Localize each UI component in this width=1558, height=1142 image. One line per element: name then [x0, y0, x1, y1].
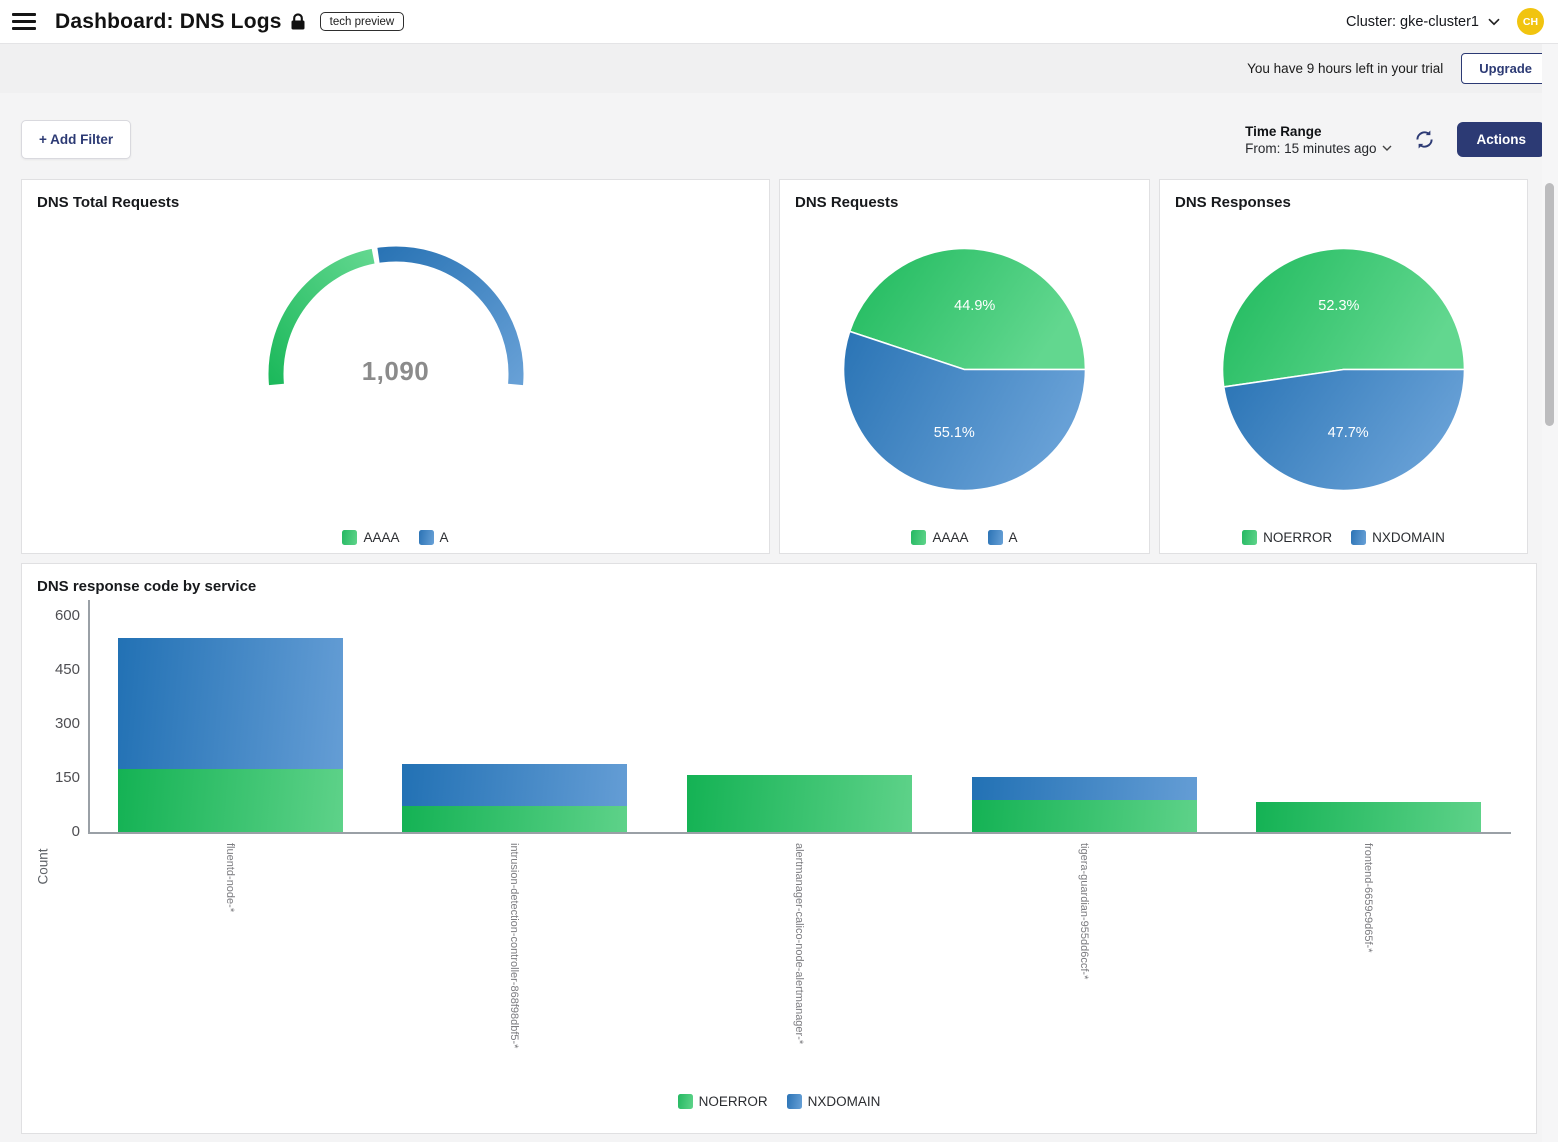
legend-label: AAAA	[932, 530, 968, 545]
y-tick-label: 300	[22, 715, 80, 732]
header-right: Cluster: gke-cluster1 CH	[1346, 8, 1546, 35]
trial-banner: You have 9 hours left in your trial Upgr…	[0, 44, 1558, 93]
chart-legend: AAAAA	[22, 530, 769, 545]
lock-icon	[291, 13, 305, 30]
dns-requests-card: DNS Requests 44.9%55.1% AAAAA	[779, 179, 1150, 554]
pie-chart[interactable]: 44.9% 55.1%	[842, 247, 1087, 492]
time-range-title: Time Range	[1245, 124, 1392, 139]
card-title: DNS Requests	[795, 194, 1149, 211]
bar-segment-noerror[interactable]	[687, 775, 912, 832]
cluster-selector[interactable]: Cluster: gke-cluster1	[1346, 14, 1500, 30]
x-axis-label: intrusion-detection-controller-868f98dbf…	[508, 843, 520, 1048]
legend-swatch	[342, 530, 357, 545]
y-tick-label: 150	[22, 769, 80, 786]
legend-item-a[interactable]: A	[419, 530, 449, 545]
chart-legend: AAAAA	[780, 530, 1149, 545]
x-axis-line	[88, 832, 1511, 834]
refresh-icon[interactable]	[1414, 129, 1435, 150]
x-axis-label: frontend-6659c9d65f-*	[1362, 843, 1374, 952]
legend-item-aaaa[interactable]: AAAA	[342, 530, 399, 545]
bar-segment-noerror[interactable]	[1256, 802, 1481, 832]
chevron-down-icon	[1382, 145, 1392, 152]
pie-percent-label: 52.3%	[1318, 298, 1359, 314]
legend-item-noerror[interactable]: NOERROR	[678, 1094, 768, 1109]
pie-svg	[842, 247, 1087, 492]
legend-label: A	[440, 530, 449, 545]
chevron-down-icon	[1488, 18, 1500, 26]
dashboard-toolbar: + Add Filter Time Range From: 15 minutes…	[21, 120, 1545, 159]
scrollbar-track[interactable]	[1542, 44, 1558, 1142]
avatar[interactable]: CH	[1517, 8, 1544, 35]
legend-item-noerror[interactable]: NOERROR	[1242, 530, 1332, 545]
pie-svg	[1221, 247, 1466, 492]
legend-label: A	[1009, 530, 1018, 545]
y-tick-label: 450	[22, 661, 80, 678]
scrollbar-thumb[interactable]	[1545, 183, 1554, 426]
add-filter-button[interactable]: + Add Filter	[21, 120, 131, 159]
legend-item-a[interactable]: A	[988, 530, 1018, 545]
legend-swatch	[1351, 530, 1366, 545]
upgrade-button[interactable]: Upgrade	[1461, 53, 1550, 84]
bar-segment-noerror[interactable]	[118, 769, 343, 832]
card-title: DNS response code by service	[37, 578, 1536, 595]
y-tick-label: 0	[22, 823, 80, 840]
x-axis-label: alertmanager-calico-node-alertmanager-*	[793, 843, 805, 1044]
actions-button[interactable]: Actions	[1457, 122, 1545, 157]
pie-chart[interactable]: 52.3% 47.7%	[1221, 247, 1466, 492]
gauge-value: 1,090	[266, 356, 526, 387]
legend-swatch	[988, 530, 1003, 545]
legend-label: NXDOMAIN	[808, 1094, 881, 1109]
legend-label: NOERROR	[1263, 530, 1332, 545]
legend-swatch	[678, 1094, 693, 1109]
dns-total-requests-card: DNS Total Requests 1,090 AAAAA	[21, 179, 770, 554]
cluster-label: Cluster: gke-cluster1	[1346, 14, 1479, 30]
trial-message: You have 9 hours left in your trial	[1247, 61, 1443, 76]
pie-percent-label: 55.1%	[934, 425, 975, 441]
legend-swatch	[1242, 530, 1257, 545]
page-title: Dashboard: DNS Logs	[55, 10, 282, 34]
summary-cards-row: DNS Total Requests 1,090 AAAAA DNS Reque…	[21, 179, 1537, 554]
chart-legend: NOERROR NXDOMAIN	[1160, 530, 1527, 545]
legend-swatch	[911, 530, 926, 545]
time-range-value: From: 15 minutes ago	[1245, 141, 1376, 156]
bar-segment-nxdomain[interactable]	[118, 638, 343, 769]
legend-label: AAAA	[363, 530, 399, 545]
card-title: DNS Total Requests	[37, 194, 769, 211]
card-title: DNS Responses	[1175, 194, 1527, 211]
legend-item-nxdomain[interactable]: NXDOMAIN	[787, 1094, 881, 1109]
x-axis-label: tigera-guardian-955dd6ccf-*	[1078, 843, 1090, 979]
gauge-chart[interactable]: 1,090	[266, 239, 526, 394]
y-axis-line	[88, 600, 90, 834]
pie-percent-label: 47.7%	[1328, 425, 1369, 441]
legend-swatch	[419, 530, 434, 545]
bar-segment-nxdomain[interactable]	[402, 764, 627, 805]
bar-segment-noerror[interactable]	[972, 800, 1197, 832]
app-header: Dashboard: DNS Logs tech preview Cluster…	[0, 0, 1558, 44]
bar-segment-nxdomain[interactable]	[972, 777, 1197, 800]
tech-preview-badge: tech preview	[320, 12, 405, 31]
header-left: Dashboard: DNS Logs tech preview	[12, 10, 404, 34]
menu-icon[interactable]	[12, 10, 36, 33]
legend-label: NOERROR	[699, 1094, 768, 1109]
bar-segment-noerror[interactable]	[402, 806, 627, 832]
y-axis-title: Count	[36, 837, 51, 897]
legend-swatch	[787, 1094, 802, 1109]
pie-slice-noerror	[1223, 249, 1465, 387]
legend-item-aaaa[interactable]: AAAA	[911, 530, 968, 545]
legend-item-nxdomain[interactable]: NXDOMAIN	[1351, 530, 1445, 545]
y-tick-label: 600	[22, 607, 80, 624]
dns-responses-card: DNS Responses 52.3% 47.7% NOERROR NXDOMAIN	[1159, 179, 1528, 554]
dns-response-code-card: DNS response code by service Count NOERR…	[21, 563, 1537, 1134]
chart-legend: NOERROR NXDOMAIN	[22, 1094, 1536, 1109]
pie-percent-label: 44.9%	[954, 298, 995, 314]
time-range-selector[interactable]: Time Range From: 15 minutes ago	[1245, 124, 1392, 156]
toolbar-right: Time Range From: 15 minutes ago Actions	[1245, 122, 1545, 157]
legend-label: NXDOMAIN	[1372, 530, 1445, 545]
x-axis-label: fluentd-node-*	[224, 843, 236, 912]
